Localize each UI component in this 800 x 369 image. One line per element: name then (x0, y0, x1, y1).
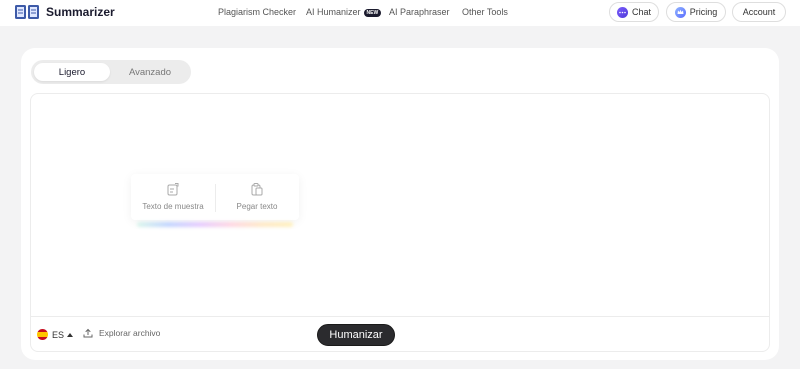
account-button[interactable]: Account (732, 2, 786, 22)
paste-text-label: Pegar texto (236, 202, 278, 211)
humanize-button[interactable]: Humanizar (317, 324, 395, 346)
decorative-gradient-bar (137, 222, 293, 227)
nav-plagiarism-checker[interactable]: Plagiarism Checker (218, 7, 296, 17)
tab-avanzado[interactable]: Avanzado (111, 63, 189, 81)
editor-footer: ES Explorar archivo Humanizar (31, 316, 769, 352)
sample-text-button[interactable]: Texto de muestra (131, 174, 215, 220)
spain-flag-icon (37, 329, 48, 340)
language-selector[interactable]: ES (37, 329, 74, 340)
caret-up-icon (67, 332, 74, 337)
upload-file-button[interactable]: Explorar archivo (83, 328, 160, 338)
clipboard-icon (251, 183, 263, 196)
tab-ligero[interactable]: Ligero (34, 63, 110, 81)
sample-text-label: Texto de muestra (142, 202, 204, 211)
top-header: Summarizer Plagiarism Checker AI Humaniz… (0, 0, 800, 26)
sample-text-icon (167, 183, 179, 196)
crown-icon (674, 6, 686, 18)
text-editor: Texto de muestra Pegar texto ES Explorar… (30, 93, 770, 352)
language-code: ES (52, 329, 65, 340)
chat-label: Chat (631, 7, 651, 17)
new-badge: NEW (363, 9, 382, 17)
nav-other-tools[interactable]: Other Tools (462, 7, 508, 17)
mode-tabs: Ligero Avanzado (31, 60, 191, 84)
upload-label: Explorar archivo (99, 328, 161, 338)
chat-bubble-icon (616, 6, 628, 18)
account-label: Account (742, 7, 776, 17)
editor-quick-actions: Texto de muestra Pegar texto (131, 174, 299, 220)
nav-ai-humanizer-label: AI Humanizer (306, 7, 361, 17)
paste-text-button[interactable]: Pegar texto (215, 174, 299, 220)
upload-icon (83, 328, 93, 338)
nav-ai-paraphraser[interactable]: AI Paraphraser (389, 7, 450, 17)
chat-button[interactable]: Chat (609, 2, 659, 22)
pricing-button[interactable]: Pricing (666, 2, 726, 22)
nav-ai-humanizer[interactable]: AI Humanizer NEW (306, 7, 382, 17)
humanizer-card: Ligero Avanzado Texto de muestra Pegar t… (21, 48, 779, 360)
pricing-label: Pricing (689, 7, 718, 17)
